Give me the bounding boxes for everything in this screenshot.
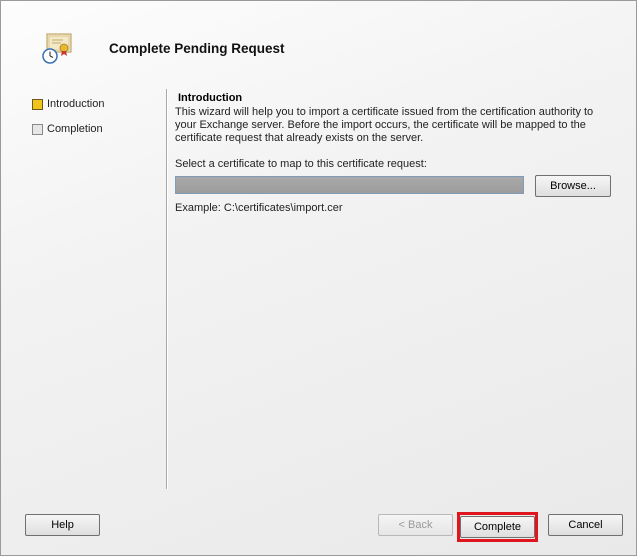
nav-step-label: Introduction [47, 98, 105, 110]
back-button[interactable]: < Back [378, 514, 453, 536]
cancel-button[interactable]: Cancel [548, 514, 623, 536]
nav-step-label: Completion [47, 123, 103, 135]
example-path-text: Example: C:\certificates\import.cer [175, 202, 343, 214]
step-inactive-indicator-icon [32, 124, 43, 135]
certificate-icon [41, 31, 75, 65]
wizard-content: Introduction This wizard will help you t… [175, 92, 615, 214]
wizard-header: Complete Pending Request [1, 1, 636, 85]
page-title: Complete Pending Request [109, 41, 285, 56]
complete-button[interactable]: Complete [460, 516, 535, 538]
certificate-path-input[interactable] [175, 176, 524, 194]
vertical-divider [166, 89, 168, 489]
help-button[interactable]: Help [25, 514, 100, 536]
browse-button[interactable]: Browse... [535, 175, 611, 197]
wizard-description: This wizard will help you to import a ce… [175, 106, 594, 144]
wizard-window: Complete Pending Request Introduction Co… [0, 0, 637, 556]
nav-step-introduction[interactable]: Introduction [31, 96, 159, 121]
step-active-indicator-icon [32, 99, 43, 110]
section-heading: Introduction [178, 92, 243, 104]
wizard-steps-nav: Introduction Completion [31, 96, 159, 146]
certificate-field-label: Select a certificate to map to this cert… [175, 158, 427, 170]
nav-step-completion[interactable]: Completion [31, 121, 159, 146]
